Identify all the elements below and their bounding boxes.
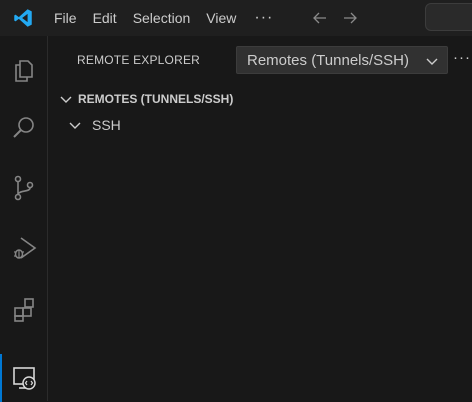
menu-file[interactable]: File (46, 0, 85, 36)
title-bar: File Edit Selection View ··· (0, 0, 472, 36)
extensions-icon[interactable] (0, 286, 48, 334)
tree-item-label: SSH (92, 117, 121, 133)
vscode-logo-icon (0, 0, 46, 36)
activity-bar (0, 36, 48, 402)
menu-view[interactable]: View (198, 0, 244, 36)
command-center-search[interactable] (425, 3, 472, 31)
forward-arrow-icon[interactable] (335, 0, 365, 36)
more-actions-button[interactable]: ··· (453, 49, 472, 73)
tree-item-ssh[interactable]: SSH (48, 114, 472, 136)
back-arrow-icon[interactable] (305, 0, 335, 36)
chevron-down-icon (64, 114, 86, 136)
chevron-down-icon (54, 88, 78, 110)
search-icon[interactable] (0, 104, 48, 152)
source-control-icon[interactable] (0, 164, 48, 212)
remote-explorer-sidebar: REMOTE EXPLORER Remotes (Tunnels/SSH) ··… (48, 36, 472, 401)
menu-more-button[interactable]: ··· (244, 0, 283, 36)
menu-edit[interactable]: Edit (85, 0, 125, 36)
section-header-remotes[interactable]: REMOTES (TUNNELS/SSH) (48, 88, 472, 110)
sidebar-title: REMOTE EXPLORER (77, 53, 201, 67)
remote-explorer-icon[interactable] (0, 354, 48, 402)
remote-type-select[interactable]: Remotes (Tunnels/SSH) (236, 46, 448, 74)
menu-selection[interactable]: Selection (125, 0, 199, 36)
explorer-icon[interactable] (0, 46, 48, 94)
run-debug-icon[interactable] (0, 224, 48, 272)
sidebar-header: REMOTE EXPLORER Remotes (Tunnels/SSH) ··… (48, 36, 472, 86)
section-header-label: REMOTES (TUNNELS/SSH) (78, 92, 234, 106)
remote-type-select-value: Remotes (Tunnels/SSH) (247, 51, 409, 69)
chevron-down-icon (425, 54, 439, 72)
